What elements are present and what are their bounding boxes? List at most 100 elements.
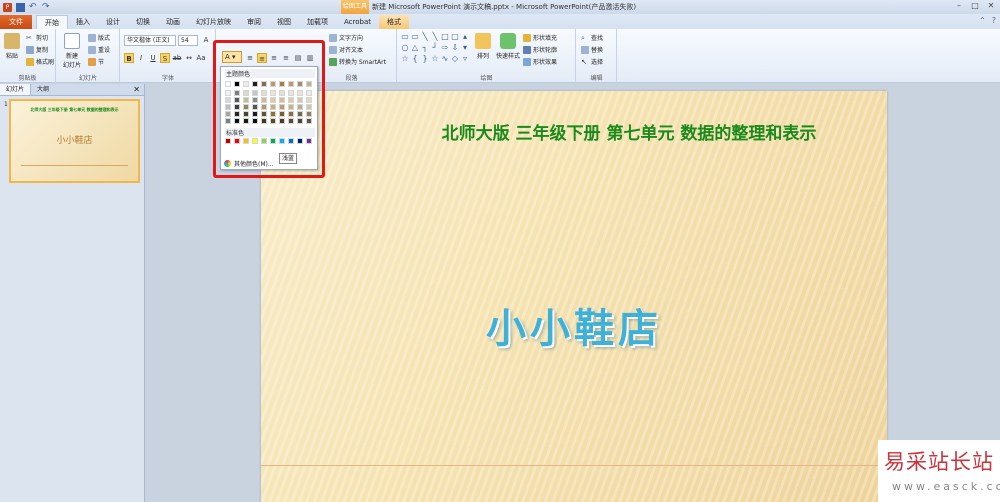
slide-thumbnail[interactable]: 北师大版 三年级下册 第七单元 数据的整理和表示 小小鞋店	[9, 99, 140, 183]
shape-outline-button[interactable]: 形状轮廓	[523, 45, 557, 54]
slides-group: 新建 幻灯片 版式 重设 节 幻灯片	[57, 29, 120, 83]
scroll-down-icon[interactable]: ▾	[460, 42, 470, 53]
reset-button[interactable]: 重设	[88, 45, 110, 54]
quick-access-toolbar: P ↶ ↷	[0, 2, 340, 12]
arrange-button[interactable]: 排列	[475, 33, 491, 60]
quick-styles-label: 快速样式	[496, 53, 521, 60]
connector-icon[interactable]: ┐	[420, 42, 430, 53]
line-icon[interactable]: ╲	[430, 31, 440, 42]
arrange-icon	[475, 33, 491, 49]
format-painter-button[interactable]: 格式刷	[26, 57, 54, 66]
clipboard-group: 粘贴 ✂ 剪切 复制 格式刷 剪贴板	[0, 29, 56, 83]
shadow-button[interactable]: S	[160, 53, 170, 63]
cut-button[interactable]: ✂ 剪切	[26, 33, 48, 43]
tab-animations[interactable]: 动画	[158, 15, 188, 29]
tab-design[interactable]: 设计	[98, 15, 128, 29]
more-icon[interactable]: ▿	[460, 53, 470, 64]
minimize-ribbon-icon[interactable]: ⌃	[979, 16, 986, 25]
slide-main-text[interactable]: 小小鞋店	[261, 296, 887, 354]
thumbnail-title: 北师大版 三年级下册 第七单元 数据的整理和表示	[30, 107, 119, 112]
arrow-right-icon[interactable]: ⇨	[440, 42, 450, 53]
close-icon[interactable]: ✕	[133, 84, 140, 96]
redo-icon[interactable]: ↷	[42, 2, 51, 12]
highlight-annotation	[213, 40, 325, 178]
copy-button[interactable]: 复制	[26, 45, 48, 54]
section-button[interactable]: 节	[88, 57, 104, 66]
drawing-group-label: 绘图	[480, 75, 493, 82]
change-case-icon[interactable]: Aa	[196, 53, 206, 63]
replace-button[interactable]: 替换	[581, 45, 603, 54]
align-text-button[interactable]: 对齐文本	[329, 45, 363, 54]
star-icon[interactable]: ☆	[400, 53, 410, 64]
brace-icon[interactable]: {	[410, 53, 420, 64]
find-button[interactable]: ⌕ 查找	[581, 33, 604, 43]
tab-slides[interactable]: 幻灯片	[0, 84, 32, 95]
tab-acrobat[interactable]: Acrobat	[336, 15, 379, 29]
tab-outline[interactable]: 大纲	[31, 84, 55, 95]
rectangle-icon[interactable]: ▭	[410, 31, 420, 42]
char-spacing-icon[interactable]: ↔	[184, 53, 194, 63]
underline-button[interactable]: U	[148, 53, 158, 63]
slides-panel: 幻灯片 大纲 ✕ 1 北师大版 三年级下册 第七单元 数据的整理和表示 小小鞋店	[0, 84, 145, 502]
triangle-icon[interactable]: △	[410, 42, 420, 53]
tab-insert[interactable]: 插入	[68, 15, 98, 29]
italic-button[interactable]: I	[136, 53, 146, 63]
bold-button[interactable]: B	[124, 53, 134, 63]
quick-styles-button[interactable]: 快速样式	[496, 33, 520, 60]
rectangle-icon[interactable]: □	[440, 31, 450, 42]
editing-group-label: 编辑	[590, 75, 603, 82]
slide[interactable]: 北师大版 三年级下册 第七单元 数据的整理和表示 小小鞋店	[261, 91, 887, 502]
slide-title[interactable]: 北师大版 三年级下册 第七单元 数据的整理和表示	[261, 119, 887, 144]
curve-icon[interactable]: ∿	[440, 53, 450, 64]
tab-file[interactable]: 文件	[0, 15, 32, 29]
ribbon-tabs: 文件 开始 插入 设计 切换 动画 幻灯片放映 审阅 视图 加载项 Acroba…	[0, 14, 1000, 29]
star-icon[interactable]: ☆	[430, 53, 440, 64]
tab-home[interactable]: 开始	[36, 15, 68, 29]
save-icon[interactable]	[16, 2, 25, 12]
brace-icon[interactable]: }	[420, 53, 430, 64]
window-title: 新建 Microsoft PowerPoint 演示文稿.pptx - Micr…	[372, 3, 637, 11]
find-label: 查找	[591, 35, 604, 42]
scroll-up-icon[interactable]: ▴	[460, 31, 470, 42]
tab-format[interactable]: 格式	[379, 15, 409, 29]
oval-icon[interactable]: ○	[400, 42, 410, 53]
grow-font-icon[interactable]: A	[201, 35, 211, 45]
text-direction-button[interactable]: 文字方向	[329, 33, 363, 42]
title-bar: P ↶ ↷ 绘图工具 新建 Microsoft PowerPoint 演示文稿.…	[0, 0, 1000, 14]
line-icon[interactable]: ╲	[420, 31, 430, 42]
select-button[interactable]: ↖ 选择	[581, 57, 603, 67]
maximize-icon[interactable]: □	[970, 1, 980, 11]
shape-outline-label: 形状轮廓	[533, 47, 558, 54]
ribbon-right-controls: ⌃ ?	[979, 16, 996, 25]
font-name-select[interactable]: 华文楷体 (正文)	[124, 35, 176, 46]
help-icon[interactable]: ?	[992, 16, 996, 25]
rectangle-icon[interactable]: ▭	[400, 31, 410, 42]
watermark-title: 易采站长站	[884, 450, 994, 474]
new-slide-label: 新建 幻灯片	[63, 53, 82, 69]
watermark: 易采站长站 www.easck.com	[878, 440, 1000, 502]
text-direction-icon	[329, 33, 337, 42]
undo-icon[interactable]: ↶	[29, 2, 38, 12]
arrow-down-icon[interactable]: ⇩	[450, 42, 460, 53]
paste-button[interactable]: 粘贴	[4, 33, 20, 60]
tab-view[interactable]: 视图	[269, 15, 299, 29]
close-icon[interactable]: ✕	[986, 1, 996, 11]
font-size-select[interactable]: 54	[178, 35, 198, 46]
slide-number: 1	[4, 101, 8, 108]
rounded-rect-icon[interactable]: ▢	[450, 31, 460, 42]
connector-icon[interactable]: ┘	[430, 42, 440, 53]
minimize-icon[interactable]: –	[954, 1, 964, 11]
new-slide-button[interactable]: 新建 幻灯片	[63, 33, 81, 69]
tab-addins[interactable]: 加载项	[299, 15, 336, 29]
tab-transitions[interactable]: 切换	[128, 15, 158, 29]
tab-review[interactable]: 审阅	[239, 15, 269, 29]
shapes-gallery[interactable]: ▭ ▭ ╲ ╲ □ ▢ ▴ ○ △ ┐ ┘ ⇨ ⇩ ▾ ☆ { } ☆ ∿ ◇ …	[400, 31, 470, 67]
layout-button[interactable]: 版式	[88, 33, 110, 42]
strikethrough-button[interactable]: ab	[172, 53, 182, 63]
powerpoint-logo-icon[interactable]: P	[3, 2, 12, 12]
tab-slideshow[interactable]: 幻灯片放映	[188, 15, 239, 29]
callout-icon[interactable]: ◇	[450, 53, 460, 64]
shape-fill-button[interactable]: 形状填充	[523, 33, 557, 42]
smartart-button[interactable]: 转换为 SmartArt	[329, 57, 386, 66]
shape-effects-button[interactable]: 形状效果	[523, 57, 557, 66]
